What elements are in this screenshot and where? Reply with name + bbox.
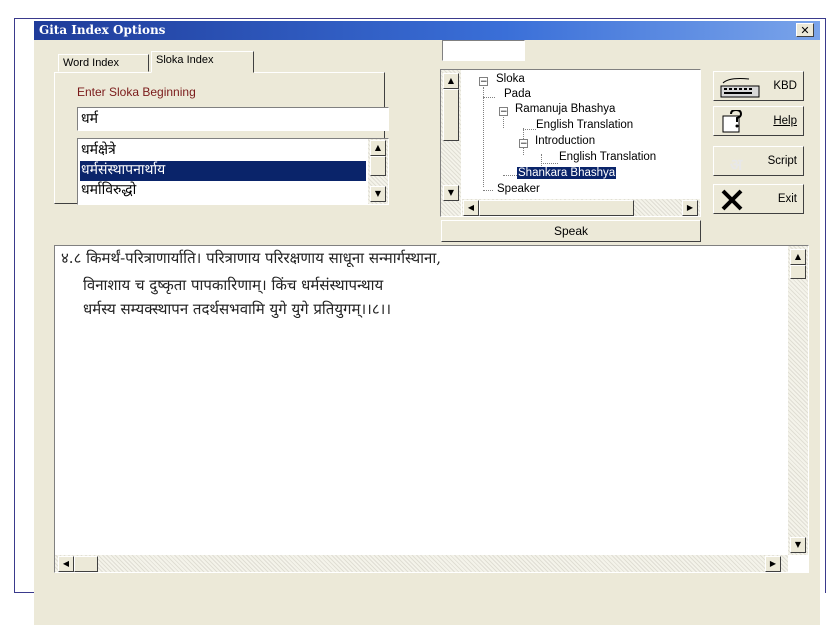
tree-item-english-translation[interactable]: English Translation [536,119,633,131]
list-item-selected[interactable]: धर्मसंस्थापनार्थाय [80,161,366,181]
sloka-prompt-label: Enter Sloka Beginning [77,85,196,99]
frame-right-line [825,18,826,593]
tree-item-ramanuja-bhashya[interactable]: Ramanuja Bhashya [515,103,615,115]
top-input[interactable] [442,40,525,61]
list-scroll-up-button[interactable]: ▲ [370,140,386,156]
tree-item-introduction[interactable]: Introduction [535,135,595,147]
help-button[interactable]: Help [713,106,804,136]
close-button[interactable]: ✕ [796,23,814,37]
tree-line [541,154,542,166]
sloka-text-area[interactable]: ४.८ किमर्थं-परित्राणार्याति। परित्राणाय … [54,245,809,573]
tree-scroll-left-button[interactable]: ◀ [463,200,479,216]
text-scroll-thumb[interactable] [790,265,806,279]
tree-line [541,163,558,164]
kbd-button-label: KBD [773,80,797,92]
tree-item-shankara-bhashya[interactable]: Shankara Bhashya [517,167,617,179]
text-scroll-right-button[interactable]: ▶ [765,556,781,572]
frame-left-line [14,18,15,592]
list-scroll-thumb[interactable] [370,156,386,176]
tree-line [483,97,495,98]
tree-item-english-translation-2[interactable]: English Translation [559,151,656,163]
text-hscrollbar[interactable] [55,555,788,572]
keyboard-icon [719,75,761,103]
tab-sloka-index[interactable]: Sloka Index [151,51,254,73]
tree-item-pada[interactable]: Pada [504,88,531,100]
tree-line [483,87,484,187]
script-icon: अ [730,155,743,174]
kbd-button[interactable]: KBD [713,71,804,101]
tree-scroll-up-button[interactable]: ▲ [443,73,459,89]
window-title: Gita Index Options [39,23,166,37]
list-item[interactable]: धर्माविरुद्धो [80,181,366,201]
tree-scroll-down-button[interactable]: ▼ [443,185,459,201]
expand-collapse-icon[interactable]: − [499,107,508,117]
tree-line [483,190,493,191]
list-item[interactable]: धर्मक्षेत्रे [80,141,366,161]
sloka-index-panel: Enter Sloka Beginning धर्म धर्मक्षेत्रे … [54,72,389,205]
sloka-search-input[interactable]: धर्म [77,107,389,131]
text-line: विनाशाय च दुष्कृता पापकारिणाम्। किंच धर्… [83,276,384,294]
frame-bottom-line [14,592,34,593]
script-button-label: Script [767,155,797,167]
text-line: धर्मस्य सम्यक्स्थापन तदर्थसभवामि युगे यु… [83,300,392,318]
exit-button[interactable]: Exit [713,184,804,214]
speak-button[interactable]: Speak [441,220,701,242]
list-scroll-down-button[interactable]: ▼ [370,186,386,202]
help-button-label: Help [773,115,797,127]
expand-collapse-icon[interactable]: − [519,139,528,149]
frame-top-line [14,18,826,19]
text-scroll-down-button[interactable]: ▼ [790,537,806,553]
script-button[interactable]: अ Script [713,146,804,176]
tab-word-index[interactable]: Word Index [58,54,149,72]
text-scroll-up-button[interactable]: ▲ [790,249,806,265]
text-scroll-left-button[interactable]: ◀ [58,556,74,572]
content-tree[interactable]: ▲ ▼ − Sloka Pada − Ramanuja Bhashya Engl… [440,69,701,217]
help-icon [719,108,749,138]
exit-icon [719,188,749,216]
tree-scroll-right-button[interactable]: ▶ [682,200,698,216]
title-bar: Gita Index Options ✕ [34,21,820,40]
expand-collapse-icon[interactable]: − [479,77,488,87]
dialog-window: Gita Index Options ✕ Word Index Sloka In… [34,21,820,625]
sloka-list[interactable]: धर्मक्षेत्रे धर्मसंस्थापनार्थाय धर्माविर… [77,138,389,205]
tree-line [503,175,517,176]
text-hscroll-thumb[interactable] [74,556,98,572]
text-line: ४.८ किमर्थं-परित्राणार्याति। परित्राणाय … [61,249,442,267]
tree-scroll-thumb[interactable] [443,89,459,141]
exit-button-label: Exit [777,193,797,205]
text-vscrollbar[interactable] [788,246,808,555]
tree-item-speaker[interactable]: Speaker [497,183,540,195]
tree-line [523,129,536,130]
tree-item-sloka[interactable]: Sloka [496,73,525,85]
tree-hscroll-thumb[interactable] [479,200,634,216]
